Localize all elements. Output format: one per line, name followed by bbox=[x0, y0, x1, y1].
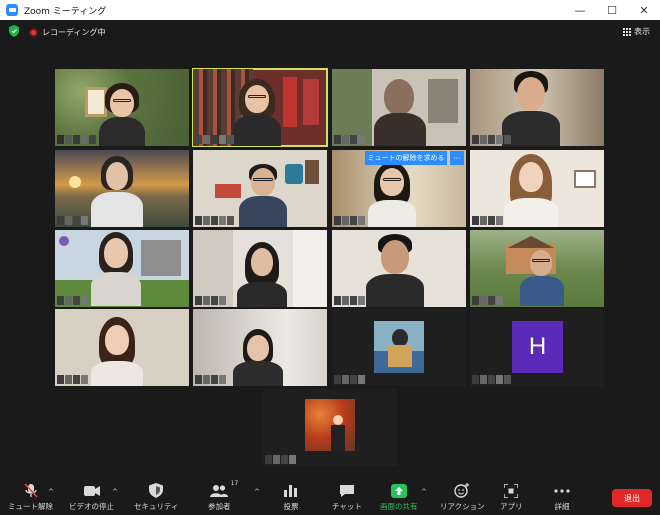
unmute-button[interactable]: ミュート解除 bbox=[8, 483, 53, 512]
video-tile[interactable] bbox=[470, 150, 604, 227]
participant-name bbox=[195, 375, 226, 384]
video-tile[interactable] bbox=[332, 69, 466, 146]
share-screen-label: 画面の共有 bbox=[380, 502, 418, 511]
window-title-bar: Zoom ミーティング — ☐ ✕ bbox=[0, 0, 660, 20]
chat-bubble-icon bbox=[338, 483, 356, 498]
participant-name bbox=[334, 135, 365, 144]
participant-name bbox=[334, 375, 365, 384]
zoom-app-icon bbox=[6, 4, 18, 16]
participant-name bbox=[57, 135, 96, 144]
participants-button[interactable]: 17 参加者 bbox=[208, 480, 238, 512]
participant-name bbox=[472, 296, 503, 305]
security-button[interactable]: セキュリティ bbox=[134, 483, 179, 512]
video-camera-icon bbox=[83, 483, 101, 498]
video-options-chevron-icon[interactable]: ^ bbox=[112, 488, 118, 496]
participant-name bbox=[334, 216, 365, 225]
tile-more-button[interactable]: ··· bbox=[450, 151, 464, 165]
video-tile[interactable] bbox=[193, 150, 327, 227]
more-label: 詳細 bbox=[554, 502, 570, 511]
grid-view-icon bbox=[623, 27, 631, 36]
avatar-tile[interactable] bbox=[332, 309, 466, 386]
participant-name bbox=[57, 375, 88, 384]
polling-label: 投票 bbox=[283, 502, 299, 511]
audio-options-chevron-icon[interactable]: ^ bbox=[48, 488, 54, 496]
recording-dot-icon bbox=[29, 28, 38, 37]
participant-name bbox=[472, 375, 511, 384]
window-title: Zoom ミーティング bbox=[24, 6, 107, 17]
more-icon bbox=[553, 483, 571, 498]
participant-name bbox=[195, 135, 234, 144]
apps-label: アプリ bbox=[500, 502, 523, 511]
video-tile[interactable] bbox=[332, 230, 466, 307]
encryption-shield-icon[interactable] bbox=[9, 25, 19, 37]
more-button[interactable]: 詳細 bbox=[553, 483, 571, 512]
video-tile[interactable] bbox=[193, 230, 327, 307]
chat-label: チャット bbox=[332, 502, 362, 511]
view-button[interactable]: 表示 bbox=[623, 26, 650, 37]
participant-count: 17 bbox=[230, 480, 239, 487]
participant-name bbox=[195, 296, 226, 305]
bar-chart-icon bbox=[282, 483, 300, 498]
avatar-tile[interactable] bbox=[263, 389, 397, 466]
share-options-chevron-icon[interactable]: ^ bbox=[421, 488, 427, 496]
close-button[interactable]: ✕ bbox=[628, 0, 660, 20]
reaction-icon bbox=[453, 483, 471, 498]
participants-icon: 17 bbox=[210, 480, 238, 498]
apps-icon bbox=[502, 483, 520, 498]
security-label: セキュリティ bbox=[134, 502, 179, 511]
video-tile[interactable] bbox=[55, 309, 189, 386]
muted-mic-icon bbox=[22, 483, 40, 498]
participant-name bbox=[265, 455, 296, 464]
apps-button[interactable]: アプリ bbox=[500, 483, 523, 512]
participants-options-chevron-icon[interactable]: ^ bbox=[254, 488, 260, 496]
initial-avatar: H bbox=[512, 321, 563, 373]
view-label: 表示 bbox=[634, 27, 650, 36]
polling-button[interactable]: 投票 bbox=[282, 483, 300, 512]
share-screen-icon bbox=[390, 483, 408, 498]
participant-name bbox=[57, 296, 88, 305]
participant-name bbox=[334, 296, 365, 305]
profile-picture bbox=[374, 321, 424, 373]
participant-name bbox=[195, 216, 234, 225]
security-shield-icon bbox=[147, 483, 165, 498]
active-speaker-tile[interactable] bbox=[192, 68, 328, 147]
participant-name bbox=[472, 216, 503, 225]
leave-meeting-button[interactable]: 退出 bbox=[612, 489, 652, 507]
video-tile[interactable] bbox=[55, 150, 189, 227]
video-tile[interactable] bbox=[55, 230, 189, 307]
stop-video-label: ビデオの停止 bbox=[69, 502, 114, 511]
maximize-button[interactable]: ☐ bbox=[596, 0, 628, 20]
participant-name bbox=[57, 216, 88, 225]
unmute-label: ミュート解除 bbox=[8, 502, 53, 511]
reactions-label: リアクション bbox=[440, 502, 485, 511]
share-screen-button[interactable]: 画面の共有 bbox=[380, 483, 418, 512]
recording-indicator[interactable]: レコーディング中 bbox=[29, 27, 105, 38]
recording-label: レコーディング中 bbox=[42, 28, 106, 37]
video-tile[interactable] bbox=[470, 230, 604, 307]
participants-label: 参加者 bbox=[208, 502, 231, 511]
video-tile[interactable] bbox=[470, 69, 604, 146]
video-tile[interactable] bbox=[193, 309, 327, 386]
reactions-button[interactable]: リアクション bbox=[440, 483, 485, 512]
window-controls: — ☐ ✕ bbox=[564, 0, 660, 20]
video-tile[interactable] bbox=[55, 69, 189, 146]
minimize-button[interactable]: — bbox=[564, 0, 596, 20]
chat-button[interactable]: チャット bbox=[332, 483, 362, 512]
participant-name bbox=[472, 135, 511, 144]
ask-to-unmute-button[interactable]: ミュートの解除を求める bbox=[365, 151, 447, 165]
stop-video-button[interactable]: ビデオの停止 bbox=[69, 483, 114, 512]
profile-picture bbox=[305, 399, 355, 451]
